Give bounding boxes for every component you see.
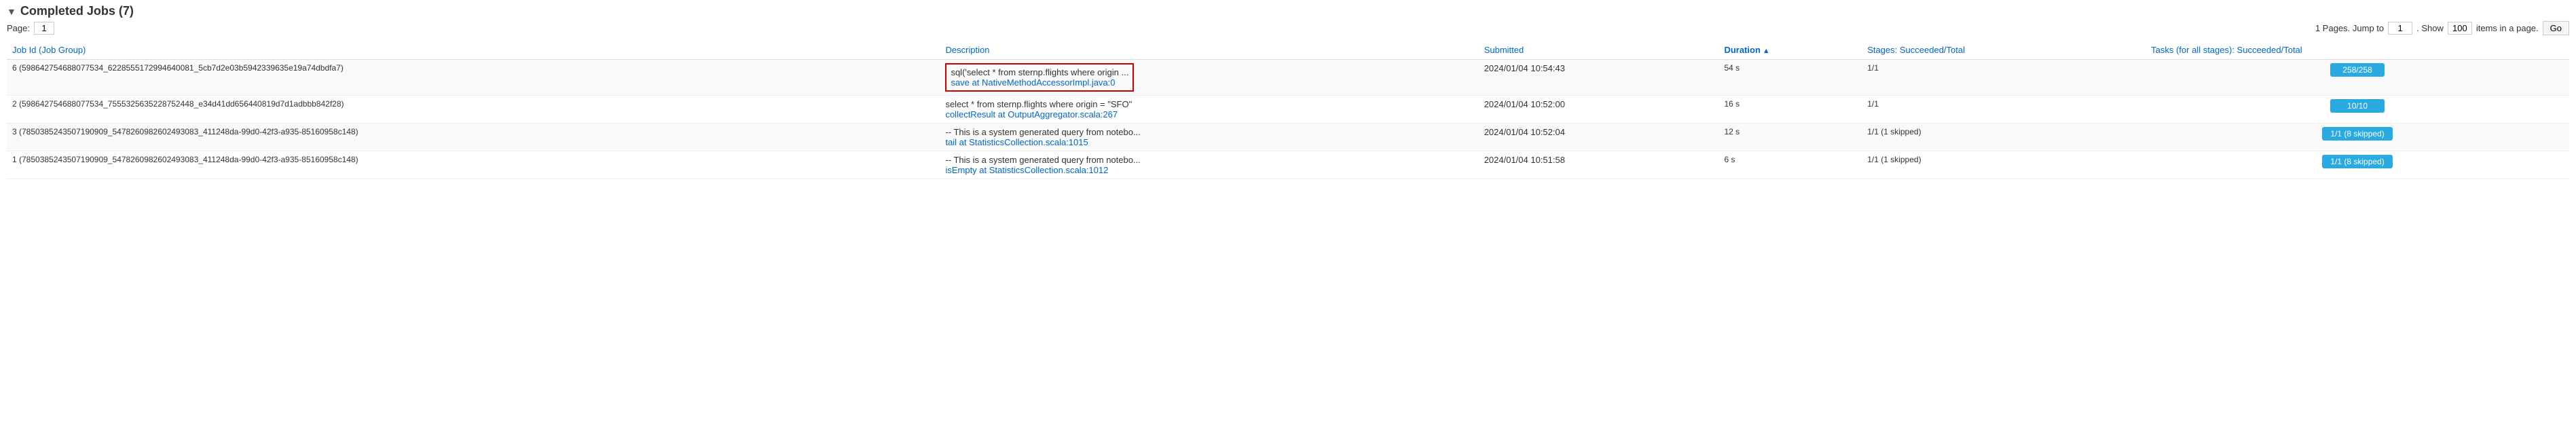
description-cell: -- This is a system generated query from… [940, 151, 1478, 179]
description-cell: -- This is a system generated query from… [940, 124, 1478, 151]
col-stages: Stages: Succeeded/Total [1862, 41, 2146, 60]
description-cell: sql('select * from sternp.flights where … [940, 60, 1478, 96]
items-label: items in a page. [2476, 23, 2539, 33]
highlighted-description: sql('select * from sternp.flights where … [945, 63, 1134, 92]
title-row: ▼ Completed Jobs (7) [7, 4, 2569, 18]
table-row: 6 (598642754688077534_622855517299464008… [7, 60, 2569, 96]
stages-cell: 1/1 (1 skipped) [1862, 124, 2146, 151]
table-row: 2 (598642754688077534_755532563522875244… [7, 96, 2569, 124]
go-button[interactable]: Go [2543, 21, 2569, 35]
page-input[interactable] [34, 22, 54, 35]
submitted-cell: 2024/01/04 10:54:43 [1479, 60, 1719, 96]
tasks-cell: 10/10 [2146, 96, 2569, 124]
tasks-badge: 1/1 (8 skipped) [2322, 127, 2392, 141]
page-label: Page: [7, 23, 30, 33]
desc-line1: -- This is a system generated query from… [945, 127, 1473, 137]
page-title: Completed Jobs (7) [20, 4, 134, 18]
tasks-badge: 258/258 [2330, 63, 2385, 77]
jobs-table: Job Id (Job Group) Description Submitted… [7, 41, 2569, 179]
tasks-cell: 1/1 (8 skipped) [2146, 151, 2569, 179]
job-id-cell: 2 (598642754688077534_755532563522875244… [7, 96, 940, 124]
jump-to-input[interactable] [2388, 22, 2412, 35]
desc-line1: select * from sternp.flights where origi… [945, 99, 1473, 109]
table-header-row: Job Id (Job Group) Description Submitted… [7, 41, 2569, 60]
col-job-id: Job Id (Job Group) [7, 41, 940, 60]
pagination-right: 1 Pages. Jump to . Show items in a page.… [2315, 21, 2569, 35]
job-id-cell: 6 (598642754688077534_622855517299464008… [7, 60, 940, 96]
duration-cell: 54 s [1718, 60, 1862, 96]
tasks-cell: 1/1 (8 skipped) [2146, 124, 2569, 151]
submitted-cell: 2024/01/04 10:51:58 [1479, 151, 1719, 179]
table-row: 1 (7850385243507190909_54782609826024930… [7, 151, 2569, 179]
duration-cell: 6 s [1718, 151, 1862, 179]
stages-cell: 1/1 [1862, 60, 2146, 96]
page-row: Page: 1 Pages. Jump to . Show items in a… [7, 21, 2569, 35]
tasks-badge: 1/1 (8 skipped) [2322, 155, 2392, 168]
desc-line1: sql('select * from sternp.flights where … [951, 67, 1128, 77]
submitted-cell: 2024/01/04 10:52:04 [1479, 124, 1719, 151]
description-cell: select * from sternp.flights where origi… [940, 96, 1478, 124]
job-id-cell: 3 (7850385243507190909_54782609826024930… [7, 124, 940, 151]
stages-cell: 1/1 [1862, 96, 2146, 124]
desc-link[interactable]: isEmpty at StatisticsCollection.scala:10… [945, 165, 1108, 175]
table-row: 3 (7850385243507190909_54782609826024930… [7, 124, 2569, 151]
job-id-cell: 1 (7850385243507190909_54782609826024930… [7, 151, 940, 179]
col-submitted: Submitted [1479, 41, 1719, 60]
desc-link[interactable]: save at NativeMethodAccessorImpl.java:0 [951, 77, 1115, 88]
toggle-icon[interactable]: ▼ [7, 6, 16, 17]
tasks-cell: 258/258 [2146, 60, 2569, 96]
col-tasks: Tasks (for all stages): Succeeded/Total [2146, 41, 2569, 60]
duration-cell: 12 s [1718, 124, 1862, 151]
duration-cell: 16 s [1718, 96, 1862, 124]
tasks-badge: 10/10 [2330, 99, 2385, 113]
col-duration: Duration ▴ [1718, 41, 1862, 60]
show-input[interactable] [2448, 22, 2472, 35]
stages-cell: 1/1 (1 skipped) [1862, 151, 2146, 179]
desc-link[interactable]: tail at StatisticsCollection.scala:1015 [945, 137, 1088, 147]
col-description: Description [940, 41, 1478, 60]
desc-link[interactable]: collectResult at OutputAggregator.scala:… [945, 109, 1118, 119]
desc-line1: -- This is a system generated query from… [945, 155, 1473, 165]
pages-info: 1 Pages. Jump to [2315, 23, 2384, 33]
submitted-cell: 2024/01/04 10:52:00 [1479, 96, 1719, 124]
sort-arrow-icon: ▴ [1765, 47, 1769, 55]
show-label: . Show [2416, 23, 2444, 33]
